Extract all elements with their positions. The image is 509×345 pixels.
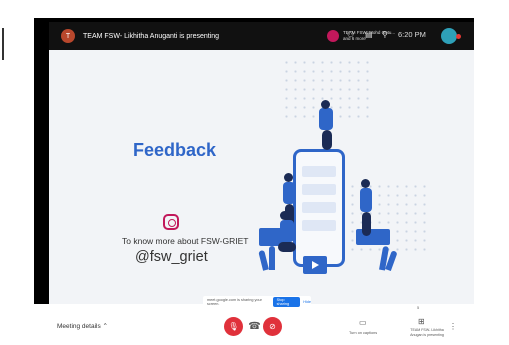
chat-icon[interactable]: ▤ xyxy=(365,30,373,39)
presenting-label: TEAM FSW- Likhitha Anuganti is presentin… xyxy=(83,32,220,40)
instagram-handle: @fsw_griet xyxy=(135,249,208,265)
person-legs-illustration xyxy=(322,130,332,150)
activities-icon[interactable]: ⚲ xyxy=(382,30,388,39)
phone-card xyxy=(302,166,336,177)
screen-share-text: meet.google.com is sharing your screen. xyxy=(207,298,262,306)
mic-off-button[interactable]: 🎙 xyxy=(224,317,243,336)
instagram-icon xyxy=(163,214,179,230)
shared-slide: Feedback To know more about FSW-GRIET @f… xyxy=(49,50,474,304)
person-illustration xyxy=(280,220,294,242)
present-icon[interactable]: ⊞ xyxy=(418,317,425,326)
camera-off-button[interactable]: ⊘ xyxy=(263,317,282,336)
person-head-illustration xyxy=(284,173,293,182)
self-avatar[interactable] xyxy=(441,28,457,44)
person-illustration xyxy=(360,188,372,212)
people-icon[interactable]: ⚇ xyxy=(347,30,354,39)
person-illustration xyxy=(283,182,295,204)
person-head-illustration xyxy=(321,100,330,109)
slide-title: Feedback xyxy=(133,140,217,160)
participant-avatar xyxy=(327,30,339,42)
app-frame: T TEAM FSW- Likhitha Anuganti is present… xyxy=(0,0,509,345)
plant-illustration xyxy=(269,246,275,270)
meeting-details-button[interactable]: Meeting details ⌃ xyxy=(57,322,108,330)
camera-off-icon: ⊘ xyxy=(269,322,276,331)
person-legs-illustration xyxy=(362,212,371,236)
window-edge xyxy=(2,28,4,60)
person-illustration xyxy=(319,108,333,130)
phone-illustration xyxy=(293,149,345,267)
person-legs-illustration xyxy=(278,242,296,252)
participants-chip[interactable]: TEAM FSW: Mohd Gotu... and 6 more xyxy=(327,28,399,44)
recording-dot-icon xyxy=(456,34,461,39)
phone-card xyxy=(302,220,336,231)
clock: 6:20 PM xyxy=(398,30,426,39)
presenting-status-label[interactable]: TEAM FSW- Likhitha Anugan is presenting xyxy=(408,328,446,337)
stop-sharing-button[interactable]: Stop sharing xyxy=(272,297,301,307)
phone-icon: ☎ xyxy=(248,321,261,332)
meeting-controls-bar: Meeting details ⌃ 🎙 ☎ ⊘ ▭ Turn on captio… xyxy=(49,310,461,345)
know-more-text: To know more about FSW-GRIET xyxy=(122,236,249,246)
captions-label[interactable]: Turn on captions xyxy=(349,331,377,335)
mic-off-icon: 🎙 xyxy=(228,322,239,331)
chevron-up-icon: ⌃ xyxy=(102,323,108,330)
play-icon xyxy=(303,256,327,274)
meeting-details-label: Meeting details xyxy=(57,323,101,330)
person-head-illustration xyxy=(361,179,370,188)
more-options-icon[interactable]: ⋮ xyxy=(449,322,457,331)
hide-button[interactable]: Hide xyxy=(303,300,311,304)
screen-share-notice: meet.google.com is sharing your screen. … xyxy=(203,296,311,308)
plant-illustration xyxy=(258,249,269,271)
person-head-illustration xyxy=(280,211,289,220)
presenter-avatar: T xyxy=(61,29,75,43)
captions-icon[interactable]: ▭ xyxy=(359,318,367,327)
phone-card xyxy=(302,202,336,213)
hang-up-button[interactable]: ☎ xyxy=(245,317,264,336)
meeting-top-bar: T TEAM FSW- Likhitha Anuganti is present… xyxy=(49,22,474,50)
phone-card xyxy=(302,184,336,195)
